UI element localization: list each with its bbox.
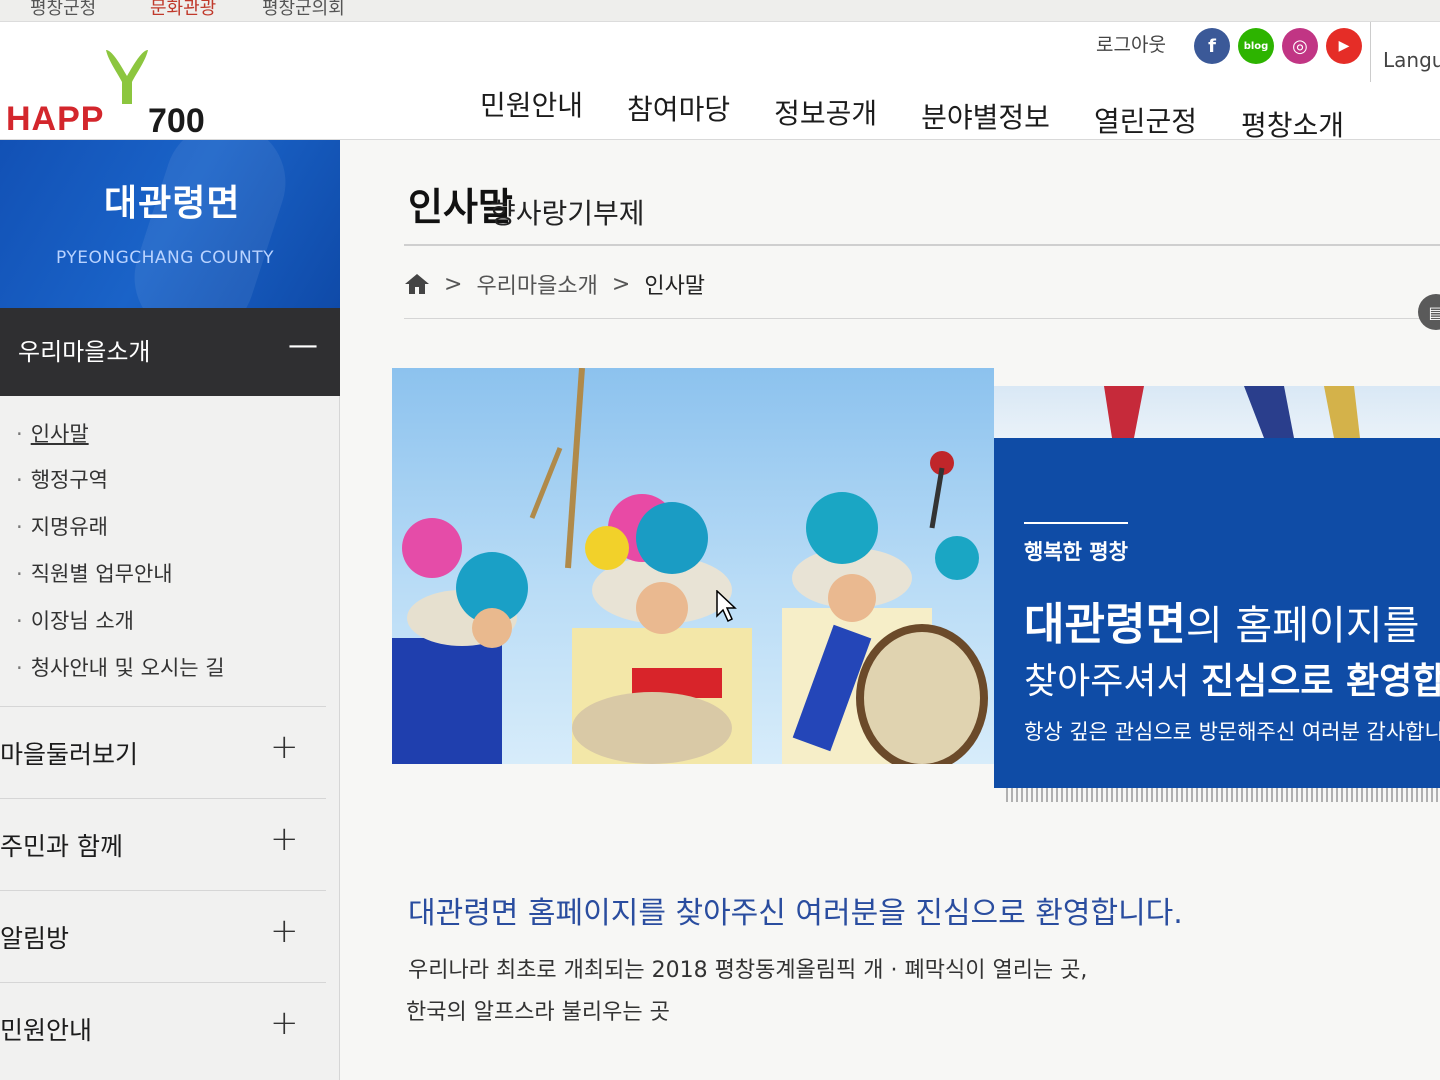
banner-photo-strip — [994, 386, 1440, 438]
breadcrumb-village-intro[interactable]: 우리마을소개 — [476, 268, 597, 300]
language-selector[interactable]: Langu — [1370, 22, 1440, 82]
sidebar-title: 대관령면 — [104, 183, 241, 224]
performers-illustration — [392, 368, 988, 764]
greeting-body-line-2: 한국의 알프스라 불리우는 곳 — [406, 1000, 670, 1025]
flags-illustration — [1104, 386, 1360, 438]
top-link-strip: 평창군청 문화관광 평창군의회 — [0, 0, 1440, 22]
gnb-about-pyeongchang[interactable]: 평창소개 — [1241, 104, 1344, 144]
happy700-logo[interactable]: HAPP 700 — [6, 46, 236, 140]
print-icon[interactable]: ▤ — [1418, 294, 1440, 330]
gnb-civil-service[interactable]: 민원안내 — [480, 84, 583, 144]
sidebar-subtitle: PYEONGCHANG COUNTY — [56, 248, 275, 268]
banner-accent-bar — [1024, 522, 1128, 524]
home-icon[interactable] — [404, 273, 430, 295]
category-label: 민원안내 — [0, 1016, 93, 1045]
greeting-lead: 대관령면 홈페이지를 찾아주신 여러분을 진심으로 환영합니다. — [408, 896, 1183, 931]
instagram-icon[interactable]: ◎ — [1282, 28, 1318, 64]
sidebar-category-with-residents[interactable]: 주민과 함께 + — [0, 798, 326, 890]
main-navigation: 민원안내 참여마당 정보공개 분야별정보 열린군정 평창소개 — [480, 84, 1344, 144]
category-label: 마을둘러보기 — [0, 740, 139, 769]
top-link-culture[interactable]: 문화관광 — [150, 0, 216, 20]
top-link-county[interactable]: 평창군청 — [30, 0, 96, 20]
expand-icon[interactable]: + — [270, 1003, 299, 1043]
breadcrumb-separator-icon: > — [444, 271, 463, 297]
gnb-participation[interactable]: 참여마당 — [627, 88, 730, 144]
overlapping-title-text: 향사랑기부제 — [490, 197, 645, 230]
blog-icon[interactable]: blog — [1238, 28, 1274, 64]
expand-icon[interactable]: + — [270, 819, 299, 859]
breadcrumb-separator-icon: > — [611, 271, 631, 297]
sidebar-item-admin-district[interactable]: · 행정구역 — [16, 464, 108, 494]
category-label: 우리마을소개 — [18, 338, 151, 366]
left-sidebar: 대관령면 PYEONGCHANG COUNTY 우리마을소개 — · 인사말 · 행… — [0, 140, 340, 1080]
top-link-council[interactable]: 평창군의회 — [262, 0, 345, 20]
gnb-info-disclosure[interactable]: 정보공개 — [774, 92, 877, 144]
expand-icon[interactable]: + — [270, 727, 299, 767]
breadcrumb-divider — [404, 318, 1440, 319]
banner-subtext: 항상 깊은 관심으로 방문해주신 여러분 감사합니 — [1024, 720, 1440, 744]
sidebar-category-civil-service[interactable]: 민원안내 + — [0, 982, 326, 1074]
banner-kicker: 행복한 평창 — [1024, 540, 1128, 564]
sidebar-category-notices[interactable]: 알림방 + — [0, 890, 326, 982]
sidebar-category-village-tour[interactable]: 마을둘러보기 + — [0, 706, 326, 798]
sidebar-item-greeting[interactable]: · 인사말 — [16, 418, 89, 448]
collapse-icon[interactable]: — — [288, 328, 318, 363]
site-header: HAPP 700 로그아웃 f blog ◎ ▶ Langu 민원안내 참여마당… — [0, 22, 1440, 142]
logo-number: 700 — [148, 102, 205, 140]
sidebar-item-place-name-origin[interactable]: · 지명유래 — [16, 511, 108, 541]
sidebar-category-village-intro[interactable]: 우리마을소개 — — [0, 308, 340, 396]
youtube-icon[interactable]: ▶ — [1326, 28, 1362, 64]
gnb-field-info[interactable]: 분야별정보 — [921, 96, 1050, 144]
banner-headline-1: 대관령면의 홈페이지를 — [1024, 599, 1420, 650]
title-divider — [404, 244, 1440, 246]
sidebar-item-village-heads[interactable]: · 이장님 소개 — [16, 605, 134, 635]
banner-photo-farmers-music — [392, 368, 994, 764]
gnb-open-government[interactable]: 열린군정 — [1094, 100, 1197, 144]
facebook-icon[interactable]: f — [1194, 28, 1230, 64]
banner-headline-2: 찾아주셔서 진심으로 환영합니 — [1024, 661, 1440, 702]
sidebar-item-staff-duties[interactable]: · 직원별 업무안내 — [16, 558, 173, 588]
mouse-cursor-icon — [716, 590, 737, 622]
breadcrumb: > 우리마을소개 > 인사말 — [404, 268, 705, 300]
greeting-body-line-1: 우리나라 최초로 개최되는 2018 평창동계올림픽 개 · 폐막식이 열리는 … — [408, 958, 1088, 983]
sidebar-header: 대관령면 PYEONGCHANG COUNTY — [0, 140, 340, 308]
welcome-banner: 행복한 평창 대관령면의 홈페이지를 찾아주셔서 진심으로 환영합니 항상 깊은… — [994, 438, 1440, 788]
logo-text: HAPP — [6, 100, 105, 138]
logo-y-icon — [106, 50, 148, 104]
expand-icon[interactable]: + — [270, 911, 299, 951]
breadcrumb-current: 인사말 — [644, 274, 706, 299]
logout-link[interactable]: 로그아웃 — [1096, 30, 1166, 57]
banner-hatch-decoration — [1006, 788, 1440, 802]
category-label: 주민과 함께 — [0, 832, 123, 861]
sidebar-item-office-directions[interactable]: · 청사안내 및 오시는 길 — [16, 652, 225, 682]
category-label: 알림방 — [0, 924, 70, 953]
